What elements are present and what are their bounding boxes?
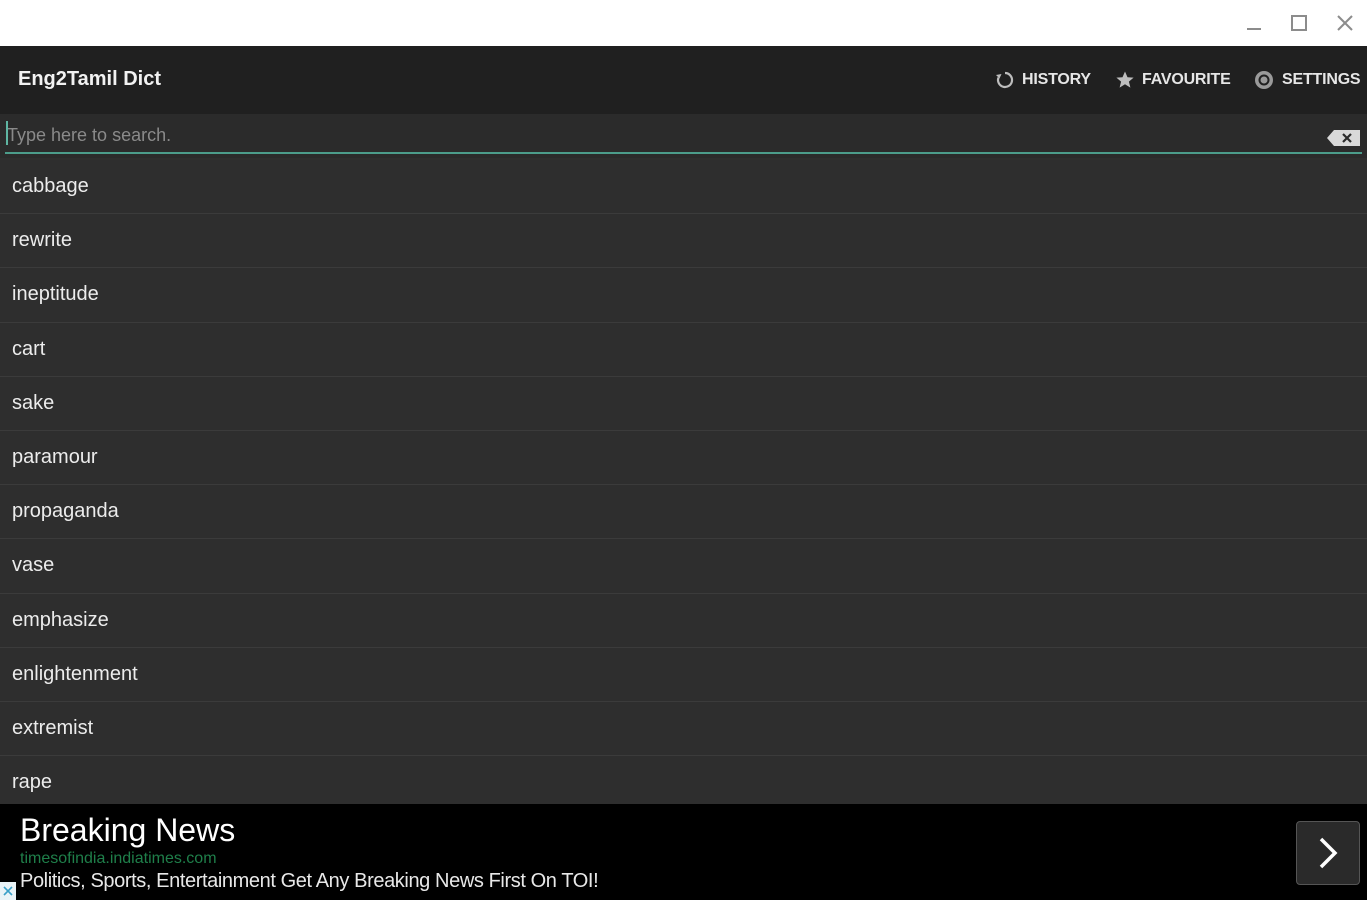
word-item-paramour[interactable]: paramour (0, 430, 1367, 486)
settings-button[interactable]: SETTINGS (1253, 68, 1361, 92)
app-bar: Eng2Tamil Dict HISTORY FAVOURITE SETTING… (0, 46, 1367, 114)
history-label: HISTORY (1022, 71, 1091, 88)
window-titlebar (0, 0, 1367, 46)
history-icon (995, 70, 1015, 90)
word-item-rewrite[interactable]: rewrite (0, 214, 1367, 269)
word-item-emphasize[interactable]: emphasize (0, 593, 1367, 648)
favourite-button[interactable]: FAVOURITE (1115, 68, 1231, 92)
text-cursor (6, 121, 8, 145)
word-item-sake[interactable]: sake (0, 376, 1367, 431)
word-item-rape[interactable]: rape (0, 756, 1367, 804)
word-item-cart[interactable]: cart (0, 322, 1367, 377)
ad-title[interactable]: Breaking News (20, 812, 235, 849)
word-item-propaganda[interactable]: propaganda (0, 485, 1367, 540)
word-item-ineptitude[interactable]: ineptitude (0, 268, 1367, 323)
history-button[interactable]: HISTORY (995, 68, 1091, 92)
gear-icon (1253, 69, 1275, 91)
word-item-cabbage[interactable]: cabbage (0, 160, 1367, 215)
ad-description[interactable]: Politics, Sports, Entertainment Get Any … (20, 870, 599, 893)
close-icon (3, 886, 13, 896)
search-underline (5, 152, 1362, 154)
ad-choices-close-button[interactable] (0, 882, 16, 900)
favourite-label: FAVOURITE (1142, 71, 1231, 88)
close-button[interactable] (1330, 8, 1360, 38)
word-item-vase[interactable]: vase (0, 539, 1367, 594)
maximize-icon (1291, 15, 1307, 31)
maximize-button[interactable] (1284, 8, 1314, 38)
minimize-button[interactable] (1239, 8, 1269, 38)
backspace-clear-icon (1327, 130, 1360, 146)
ad-open-button[interactable] (1296, 821, 1360, 885)
app-title: Eng2Tamil Dict (18, 68, 161, 90)
word-item-enlightenment[interactable]: enlightenment (0, 647, 1367, 702)
star-icon (1115, 70, 1135, 90)
chevron-right-icon (1319, 837, 1338, 869)
word-item-extremist[interactable]: extremist (0, 701, 1367, 757)
ad-url[interactable]: timesofindia.indiatimes.com (20, 850, 217, 868)
search-input[interactable] (5, 118, 1320, 152)
ad-banner[interactable]: Breaking News timesofindia.indiatimes.co… (0, 804, 1367, 900)
word-list: cabbage rewrite ineptitude cart sake par… (0, 160, 1367, 804)
settings-label: SETTINGS (1282, 71, 1361, 88)
close-icon (1337, 15, 1353, 31)
clear-search-button[interactable] (1326, 128, 1362, 148)
minimize-icon (1247, 28, 1261, 30)
